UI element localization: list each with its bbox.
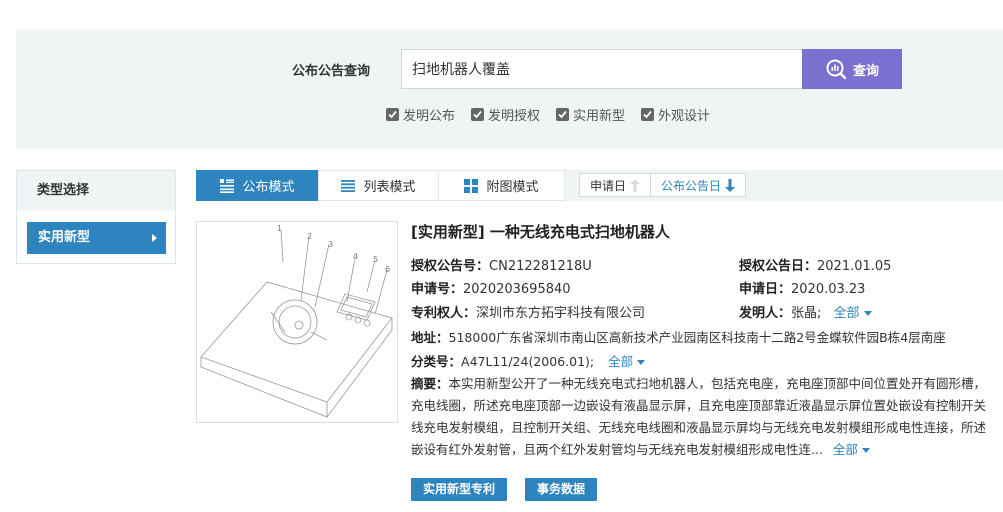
type-panel-header: 类型选择	[17, 171, 175, 211]
sort-by-publication-date[interactable]: 公布公告日	[651, 173, 747, 197]
patent-drawing-thumbnail[interactable]: 1 2 3 4 5 6	[196, 221, 398, 423]
app-date-value: 2020.03.23	[791, 282, 866, 297]
class-more-link[interactable]: 全部	[608, 354, 645, 369]
checkbox-checked-icon[interactable]	[556, 108, 570, 121]
field-key: 地址：	[411, 330, 449, 345]
grant-date-value: 2021.01.05	[817, 259, 892, 274]
affairs-data-button[interactable]: 事务数据	[525, 478, 598, 501]
tab-label: 附图模式	[486, 180, 539, 195]
chevron-right-icon	[152, 234, 157, 242]
drawing-label: 6	[385, 265, 390, 274]
patent-result: [实用新型] 一种无线充电式扫地机器人 授权公告号：CN212281218U 授…	[411, 221, 1003, 501]
utility-model-patent-button[interactable]: 实用新型专利	[411, 478, 508, 501]
filter-invention-publication[interactable]: 发明公布	[386, 105, 455, 124]
filter-design[interactable]: 外观设计	[641, 105, 710, 124]
abstract-line: 嵌设有红外发射管，且两个红外发射管均与无线充电发射模组形成电性连...	[411, 442, 823, 457]
owner-value: 深圳市东方拓宇科技有限公司	[476, 306, 646, 321]
search-icon	[826, 59, 847, 80]
address-value: 518000广东省深圳市南山区高新技术产业园南区科技南十二路2号金蝶软件园B栋4…	[448, 330, 946, 345]
grant-date-row: 授权公告日：2021.01.05	[739, 255, 891, 274]
grant-no-value: CN212281218U	[489, 259, 592, 274]
filter-label: 外观设计	[658, 109, 711, 124]
tab-figure-mode[interactable]: 附图模式	[438, 170, 565, 201]
field-key: 申请号：	[411, 282, 464, 297]
tab-list-mode[interactable]: 列表模式	[318, 170, 439, 201]
sort-by-application-date[interactable]: 申请日	[579, 173, 652, 197]
address-row: 地址：518000广东省深圳市南山区高新技术产业园南区科技南十二路2号金蝶软件园…	[411, 327, 946, 346]
drawing-label: 3	[328, 240, 333, 249]
sort-label: 公布公告日	[661, 178, 722, 193]
field-key: 摘要：	[411, 376, 449, 391]
drawing-label: 2	[307, 232, 312, 241]
drawing-label: 4	[353, 252, 358, 261]
tab-label: 公布模式	[242, 180, 295, 195]
list-icon	[341, 179, 356, 192]
sort-group: 申请日 公布公告日	[579, 173, 747, 197]
list-detail-icon	[220, 178, 235, 193]
owner-row: 专利权人：深圳市东方拓宇科技有限公司	[411, 302, 645, 321]
abstract-line: 线充电发射模组，且控制开关组、无线充电线圈和液晶显示屏均与无线充电发射模组形成电…	[411, 420, 987, 435]
patent-title[interactable]: [实用新型] 一种无线充电式扫地机器人	[411, 221, 1003, 242]
grid-icon	[464, 178, 479, 193]
inventor-value: 张晶;	[791, 306, 822, 321]
arrow-up-icon	[630, 178, 641, 192]
tab-publication-mode[interactable]: 公布模式	[196, 170, 319, 201]
inventor-more-link[interactable]: 全部	[834, 306, 872, 321]
abstract-line: 充电线圈，所述充电座顶部一边嵌设有液晶显示屏，且充电座顶部靠近液晶显示屏位置处嵌…	[411, 398, 987, 413]
sort-label: 申请日	[590, 178, 627, 193]
view-mode-bar: 公布模式 列表模式 附图模式 申请日 公布公告日	[196, 170, 1003, 201]
filter-label: 发明授权	[488, 109, 541, 124]
field-key: 分类号：	[411, 354, 462, 369]
abstract-line: 本实用新型公开了一种无线充电式扫地机器人，包括充电座，充电座顶部中间位置处开有圆…	[448, 376, 987, 391]
app-no-row: 申请号：2020203695840	[411, 278, 571, 297]
checkbox-checked-icon[interactable]	[641, 108, 655, 121]
search-panel: 公布公告查询 查询 发明公布 发明授权 实用新型 外观设计	[16, 29, 1003, 149]
patent-drawing-image: 1 2 3 4 5 6	[200, 224, 393, 418]
field-key: 申请日：	[739, 282, 792, 297]
filter-utility-model[interactable]: 实用新型	[556, 105, 625, 124]
type-selection-panel: 类型选择 实用新型	[16, 170, 176, 264]
app-date-row: 申请日：2020.03.23	[739, 278, 865, 297]
field-key: 授权公告日：	[739, 259, 818, 274]
grant-no-row: 授权公告号：CN212281218U	[411, 255, 592, 274]
checkbox-checked-icon[interactable]	[471, 108, 485, 121]
checkbox-checked-icon[interactable]	[386, 108, 399, 121]
search-button[interactable]: 查询	[802, 49, 902, 89]
tab-label: 列表模式	[363, 180, 416, 195]
class-row: 分类号：A47L11/24(2006.01); 全部	[411, 351, 645, 370]
abstract: 摘要：本实用新型公开了一种无线充电式扫地机器人，包括充电座，充电座顶部中间位置处…	[411, 373, 1003, 461]
filter-invention-grant[interactable]: 发明授权	[471, 105, 540, 124]
app-no-value: 2020203695840	[463, 282, 571, 297]
field-key: 授权公告号：	[411, 259, 490, 274]
drawing-label: 5	[373, 255, 378, 264]
type-item-utility-model[interactable]: 实用新型	[27, 222, 166, 254]
search-input[interactable]	[401, 49, 803, 89]
filter-label: 发明公布	[403, 109, 456, 124]
drawing-label: 1	[277, 224, 282, 233]
search-button-label: 查询	[852, 63, 879, 79]
type-filters: 发明公布 发明授权 实用新型 外观设计	[386, 105, 710, 124]
filter-label: 实用新型	[573, 109, 626, 124]
inventor-row: 发明人：张晶; 全部	[739, 302, 872, 321]
type-item-label: 实用新型	[38, 230, 91, 245]
arrow-down-icon	[725, 178, 736, 192]
field-key: 发明人：	[739, 306, 792, 321]
class-value: A47L11/24(2006.01);	[461, 354, 595, 369]
search-label: 公布公告查询	[292, 64, 371, 79]
abstract-more-link[interactable]: 全部	[833, 442, 870, 457]
field-key: 专利权人：	[411, 306, 477, 321]
